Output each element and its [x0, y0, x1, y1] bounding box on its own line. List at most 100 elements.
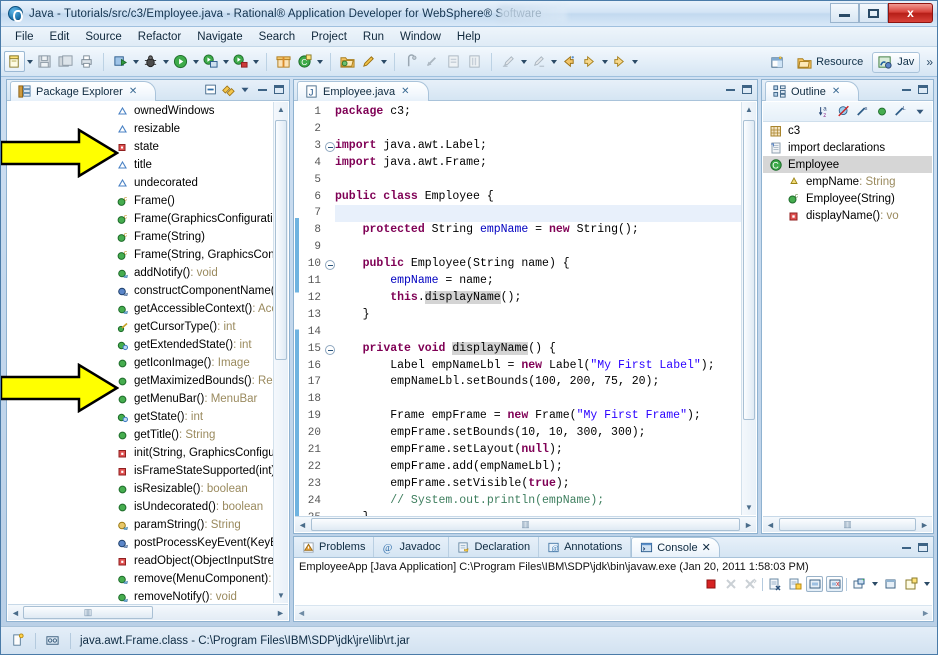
code-line[interactable]: private void displayName() { — [335, 341, 741, 358]
scroll-left-icon[interactable]: ◄ — [8, 606, 23, 620]
hide-fields-icon[interactable] — [837, 105, 851, 119]
close-icon[interactable]: ✕ — [401, 86, 409, 97]
scroll-right-icon[interactable]: ► — [273, 606, 288, 620]
search-button[interactable] — [358, 51, 379, 72]
menu-source[interactable]: Source — [77, 29, 129, 45]
tree-item[interactable]: c Frame(GraphicsConfiguration — [8, 210, 288, 228]
tree-item[interactable]: getExtendedState() : int — [8, 336, 288, 354]
perspective-tab-java[interactable]: Jav — [872, 51, 921, 73]
package-explorer-hscrollbar[interactable]: ◄ ▥ ► — [8, 604, 288, 620]
display-selected-console-button[interactable] — [850, 576, 867, 592]
tree-item[interactable]: postProcessKeyEvent(KeyEven — [8, 534, 288, 552]
show-console-on-output-button[interactable]: x — [826, 576, 843, 592]
console-hscrollbar[interactable]: ◄ ► — [295, 605, 932, 620]
tree-item[interactable]: getAccessibleContext() : Acce — [8, 300, 288, 318]
menu-help[interactable]: Help — [449, 29, 489, 45]
maximize-button[interactable] — [859, 3, 888, 23]
clear-console-button[interactable] — [766, 576, 783, 592]
chevron-down-icon[interactable] — [549, 51, 558, 72]
hscroll-thumb[interactable]: ▥ — [779, 518, 916, 531]
fold-collapse-icon[interactable] — [325, 344, 335, 355]
vscroll-thumb[interactable] — [275, 120, 287, 360]
scroll-down-icon[interactable]: ▼ — [742, 500, 756, 515]
run-on-server-button[interactable] — [200, 51, 221, 72]
tree-item[interactable]: c Frame(String) — [8, 228, 288, 246]
forward-button[interactable] — [609, 51, 630, 72]
code-line[interactable]: empName = name; — [335, 273, 741, 290]
chevron-down-icon[interactable] — [161, 51, 170, 72]
tree-item[interactable]: readObject(ObjectInputStrean — [8, 552, 288, 570]
code-line[interactable]: empNameLbl.setBounds(100, 200, 75, 20); — [335, 374, 741, 391]
perspective-overflow-icon[interactable]: » — [924, 55, 935, 69]
code-line[interactable]: Label empNameLbl = new Label("My First L… — [335, 358, 741, 375]
maximize-icon[interactable] — [272, 82, 286, 96]
next-edit-location-button[interactable] — [528, 51, 549, 72]
scroll-up-icon[interactable]: ▲ — [742, 102, 756, 117]
outline-item[interactable]: c Employee(String) — [763, 190, 932, 207]
scroll-right-icon[interactable]: ► — [917, 518, 932, 532]
fold-collapse-icon[interactable] — [325, 141, 335, 152]
tree-item[interactable]: isFrameStateSupported(int) : l — [8, 462, 288, 480]
code-line[interactable] — [335, 239, 741, 256]
code-line[interactable] — [335, 391, 741, 408]
open-type-button[interactable] — [337, 51, 358, 72]
close-button[interactable]: x — [888, 3, 933, 23]
sort-icon[interactable]: az — [818, 105, 832, 119]
maximize-icon[interactable] — [740, 82, 754, 96]
open-console-button[interactable] — [882, 576, 899, 592]
menu-edit[interactable]: Edit — [42, 29, 78, 45]
code-line[interactable]: empFrame.setBounds(10, 10, 300, 300); — [335, 425, 741, 442]
code-line[interactable] — [335, 205, 741, 222]
code-line[interactable]: package c3; — [335, 104, 741, 121]
tree-item[interactable]: removeNotify() : void — [8, 588, 288, 604]
new-console-view-button[interactable] — [902, 576, 919, 592]
chevron-down-icon[interactable] — [519, 51, 528, 72]
chevron-down-icon[interactable] — [600, 51, 609, 72]
next-annotation-button[interactable] — [443, 51, 464, 72]
chevron-down-icon[interactable] — [870, 576, 879, 592]
chevron-down-icon[interactable] — [315, 51, 324, 72]
chevron-down-icon[interactable] — [379, 51, 388, 72]
tree-item[interactable]: ownedWindows — [8, 102, 288, 120]
run-button[interactable] — [170, 51, 191, 72]
code-line[interactable]: public Employee(String name) { — [335, 256, 741, 273]
hide-static-icon[interactable]: s — [856, 105, 870, 119]
tab-declaration[interactable]: Declaration — [449, 537, 540, 557]
debug-button[interactable] — [140, 51, 161, 72]
chevron-down-icon[interactable] — [251, 51, 260, 72]
minimize-icon[interactable] — [899, 82, 913, 96]
package-explorer-vscrollbar[interactable]: ▲ ▼ — [273, 102, 288, 603]
tree-item[interactable]: remove(MenuComponent) : \ — [8, 570, 288, 588]
menu-refactor[interactable]: Refactor — [130, 29, 189, 45]
code-line[interactable]: Frame empFrame = new Frame("My First Fra… — [335, 408, 741, 425]
minimize-icon[interactable] — [255, 82, 269, 96]
code-line[interactable] — [335, 172, 741, 189]
tree-item[interactable]: c Frame(String, GraphicsConfig — [8, 246, 288, 264]
maximize-icon[interactable] — [916, 540, 930, 554]
chevron-down-icon[interactable] — [922, 576, 931, 592]
toggle-mark-occurrences-button[interactable] — [401, 51, 422, 72]
scroll-right-icon[interactable]: ► — [921, 608, 930, 618]
minimize-icon[interactable] — [723, 82, 737, 96]
code-editor-area[interactable]: 1 package c3; 2 3 import java.awt.Label; 4 imp… — [295, 102, 741, 516]
save-button[interactable] — [34, 51, 55, 72]
tab-annotations[interactable]: @ Annotations — [539, 537, 632, 557]
code-line[interactable] — [335, 121, 741, 138]
hscroll-thumb[interactable]: ▥ — [311, 518, 740, 531]
tab-employee-java[interactable]: J Employee.java ✕ — [297, 81, 429, 101]
chevron-down-icon[interactable] — [630, 51, 639, 72]
open-perspective-icon[interactable] — [767, 52, 788, 73]
scroll-left-icon[interactable]: ◄ — [297, 608, 306, 618]
chevron-down-icon[interactable] — [221, 51, 230, 72]
outline-item[interactable]: import declarations — [763, 139, 932, 156]
view-menu-icon[interactable] — [238, 82, 252, 96]
code-line[interactable]: empFrame.add(empNameLbl); — [335, 459, 741, 476]
tree-item[interactable]: constructComponentName() — [8, 282, 288, 300]
code-line[interactable]: } — [335, 307, 741, 324]
skip-all-breakpoints-button[interactable] — [422, 51, 443, 72]
collapse-all-icon[interactable] — [204, 82, 218, 96]
code-line[interactable]: empFrame.setVisible(true); — [335, 476, 741, 493]
tree-item[interactable]: c Frame() — [8, 192, 288, 210]
outline-hscrollbar[interactable]: ◄ ▥ ► — [763, 516, 932, 532]
back-button[interactable] — [558, 51, 579, 72]
